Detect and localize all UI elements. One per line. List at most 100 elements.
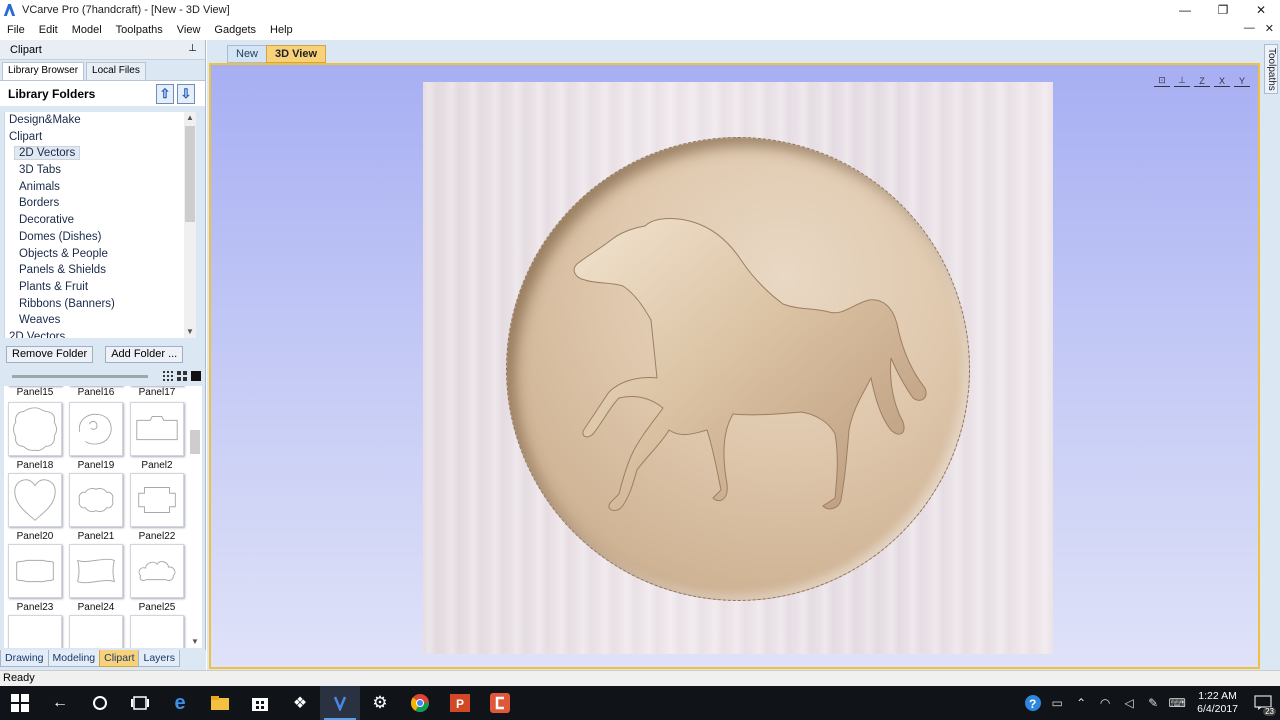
windows-start-icon[interactable] [0,686,40,720]
back-icon[interactable]: ← [40,686,80,720]
notifications-icon[interactable]: 23 [1246,686,1280,720]
tab-drawing[interactable]: Drawing [0,650,49,667]
remove-folder-button[interactable]: Remove Folder [6,346,94,363]
tree-item-clipart[interactable]: Clipart [5,129,196,146]
store-icon[interactable] [240,686,280,720]
scroll-thumb[interactable] [190,430,200,454]
tree-item-2d-vectors-root[interactable]: 2D Vectors [5,329,196,338]
scroll-down-arrow-icon[interactable]: ▼ [184,326,196,338]
minimize-button[interactable]: — [1166,0,1204,20]
tab-3d-view[interactable]: 3D View [266,45,327,63]
panel-bottom-tabs: Drawing Modeling Clipart Layers [0,650,206,670]
menu-toolpaths[interactable]: Toolpaths [109,24,170,36]
tree-scrollbar[interactable]: ▲ ▼ [184,112,196,338]
file-explorer-icon[interactable] [200,686,240,720]
thumbnail-size-slider[interactable] [12,375,148,378]
thumbnail-partial[interactable] [130,615,184,648]
thumbnail-panel21[interactable]: Panel21 [69,473,123,544]
powerpoint-icon[interactable]: P [440,686,480,720]
small-grid-icon[interactable] [163,371,173,381]
tree-item-domes[interactable]: Domes (Dishes) [5,229,196,246]
tree-item-objects-people[interactable]: Objects & People [5,246,196,263]
x-view-icon[interactable]: X [1214,71,1230,87]
thumbnail-panel2[interactable]: Panel2 [130,402,184,473]
pin-icon[interactable]: ⊥ [188,43,197,54]
window-title: VCarve Pro (7handcraft) - [New - 3D View… [22,4,230,16]
thumbnail-panel23[interactable]: Panel23 [8,544,62,615]
tab-clipart[interactable]: Clipart [99,650,140,667]
thumbnail-label: Panel23 [16,602,54,613]
thumbnail-panel20[interactable]: Panel20 [8,473,62,544]
iso-view-icon[interactable]: ⊥ [1174,71,1190,87]
z-view-icon[interactable]: Z [1194,71,1210,87]
y-view-icon[interactable]: Y [1234,71,1250,87]
thumbnail-panel16[interactable]: Panel16 [69,386,123,400]
chrome-icon[interactable] [400,686,440,720]
close-button[interactable]: ✕ [1242,0,1280,20]
task-view-icon[interactable] [120,686,160,720]
menu-help[interactable]: Help [263,24,300,36]
thumbnail-panel24[interactable]: Panel24 [69,544,123,615]
menu-edit[interactable]: Edit [32,24,65,36]
add-folder-button[interactable]: Add Folder ... [105,346,184,363]
tab-layers[interactable]: Layers [138,650,180,667]
app-icon[interactable] [480,686,520,720]
pen-icon[interactable]: ✎ [1141,686,1165,720]
thumbnail-row: Panel18 Panel19 Panel2 [4,402,188,473]
taskbar-clock[interactable]: 1:22 AM 6/4/2017 [1189,690,1246,716]
window-controls: — ❐ ✕ [1166,0,1280,20]
chevron-up-icon[interactable]: ⌃ [1069,686,1093,720]
cortana-icon[interactable] [80,686,120,720]
menu-gadgets[interactable]: Gadgets [207,24,263,36]
edge-icon[interactable]: e [160,686,200,720]
3d-viewport[interactable]: ⊡ ⊥ Z X Y [209,63,1260,669]
tree-item-borders[interactable]: Borders [5,195,196,212]
tree-item-animals[interactable]: Animals [5,179,196,196]
thumbnail-panel18[interactable]: Panel18 [8,402,62,473]
medium-grid-icon[interactable] [177,371,187,381]
tree-item-design-make[interactable]: Design&Make [5,112,196,129]
doc-minimize-button[interactable]: — [1244,22,1255,35]
tree-item-weaves[interactable]: Weaves [5,312,196,329]
help-icon[interactable]: ? [1021,686,1045,720]
move-up-button[interactable]: ⇧ [156,84,174,104]
zoom-extents-icon[interactable]: ⊡ [1154,71,1170,87]
thumbnail-partial[interactable] [69,615,123,648]
thumbnail-panel17[interactable]: Panel17 [130,386,184,400]
tree-item-plants-fruit[interactable]: Plants & Fruit [5,279,196,296]
thumbnail-panel19[interactable]: Panel19 [69,402,123,473]
menu-model[interactable]: Model [65,24,109,36]
tree-item-2d-vectors[interactable]: 2D Vectors [5,145,196,162]
large-grid-icon[interactable] [191,371,201,381]
scroll-down-arrow-icon[interactable]: ▼ [188,637,202,646]
thumbnails-scrollbar[interactable]: ▼ [188,386,202,648]
thumbnail-partial[interactable] [8,615,62,648]
dropbox-icon[interactable]: ❖ [280,686,320,720]
tree-item-ribbons[interactable]: Ribbons (Banners) [5,296,196,313]
thumbnail-panel15[interactable]: Panel15 [8,386,62,400]
volume-icon[interactable]: ◁ [1117,686,1141,720]
maximize-button[interactable]: ❐ [1204,0,1242,20]
battery-icon[interactable]: ▭ [1045,686,1069,720]
tab-new[interactable]: New [227,45,268,63]
thumbnail-row [4,615,188,648]
tab-local-files[interactable]: Local Files [86,62,146,80]
tab-library-browser[interactable]: Library Browser [2,62,85,80]
menu-file[interactable]: File [0,24,32,36]
settings-icon[interactable]: ⚙ [360,686,400,720]
scroll-up-arrow-icon[interactable]: ▲ [184,112,196,124]
tree-item-panels-shields[interactable]: Panels & Shields [5,262,196,279]
move-down-button[interactable]: ⇩ [177,84,195,104]
tab-modeling[interactable]: Modeling [47,650,101,667]
keyboard-icon[interactable]: ⌨ [1165,686,1189,720]
menu-view[interactable]: View [170,24,208,36]
vcarve-icon[interactable] [320,686,360,720]
tab-toolpaths[interactable]: Toolpaths [1264,44,1278,94]
thumbnail-panel22[interactable]: Panel22 [130,473,184,544]
tree-item-3d-tabs[interactable]: 3D Tabs [5,162,196,179]
thumbnail-panel25[interactable]: Panel25 [130,544,184,615]
scroll-thumb[interactable] [185,126,195,222]
wifi-icon[interactable]: ◠ [1093,686,1117,720]
doc-close-button[interactable]: ✕ [1265,22,1274,35]
tree-item-decorative[interactable]: Decorative [5,212,196,229]
